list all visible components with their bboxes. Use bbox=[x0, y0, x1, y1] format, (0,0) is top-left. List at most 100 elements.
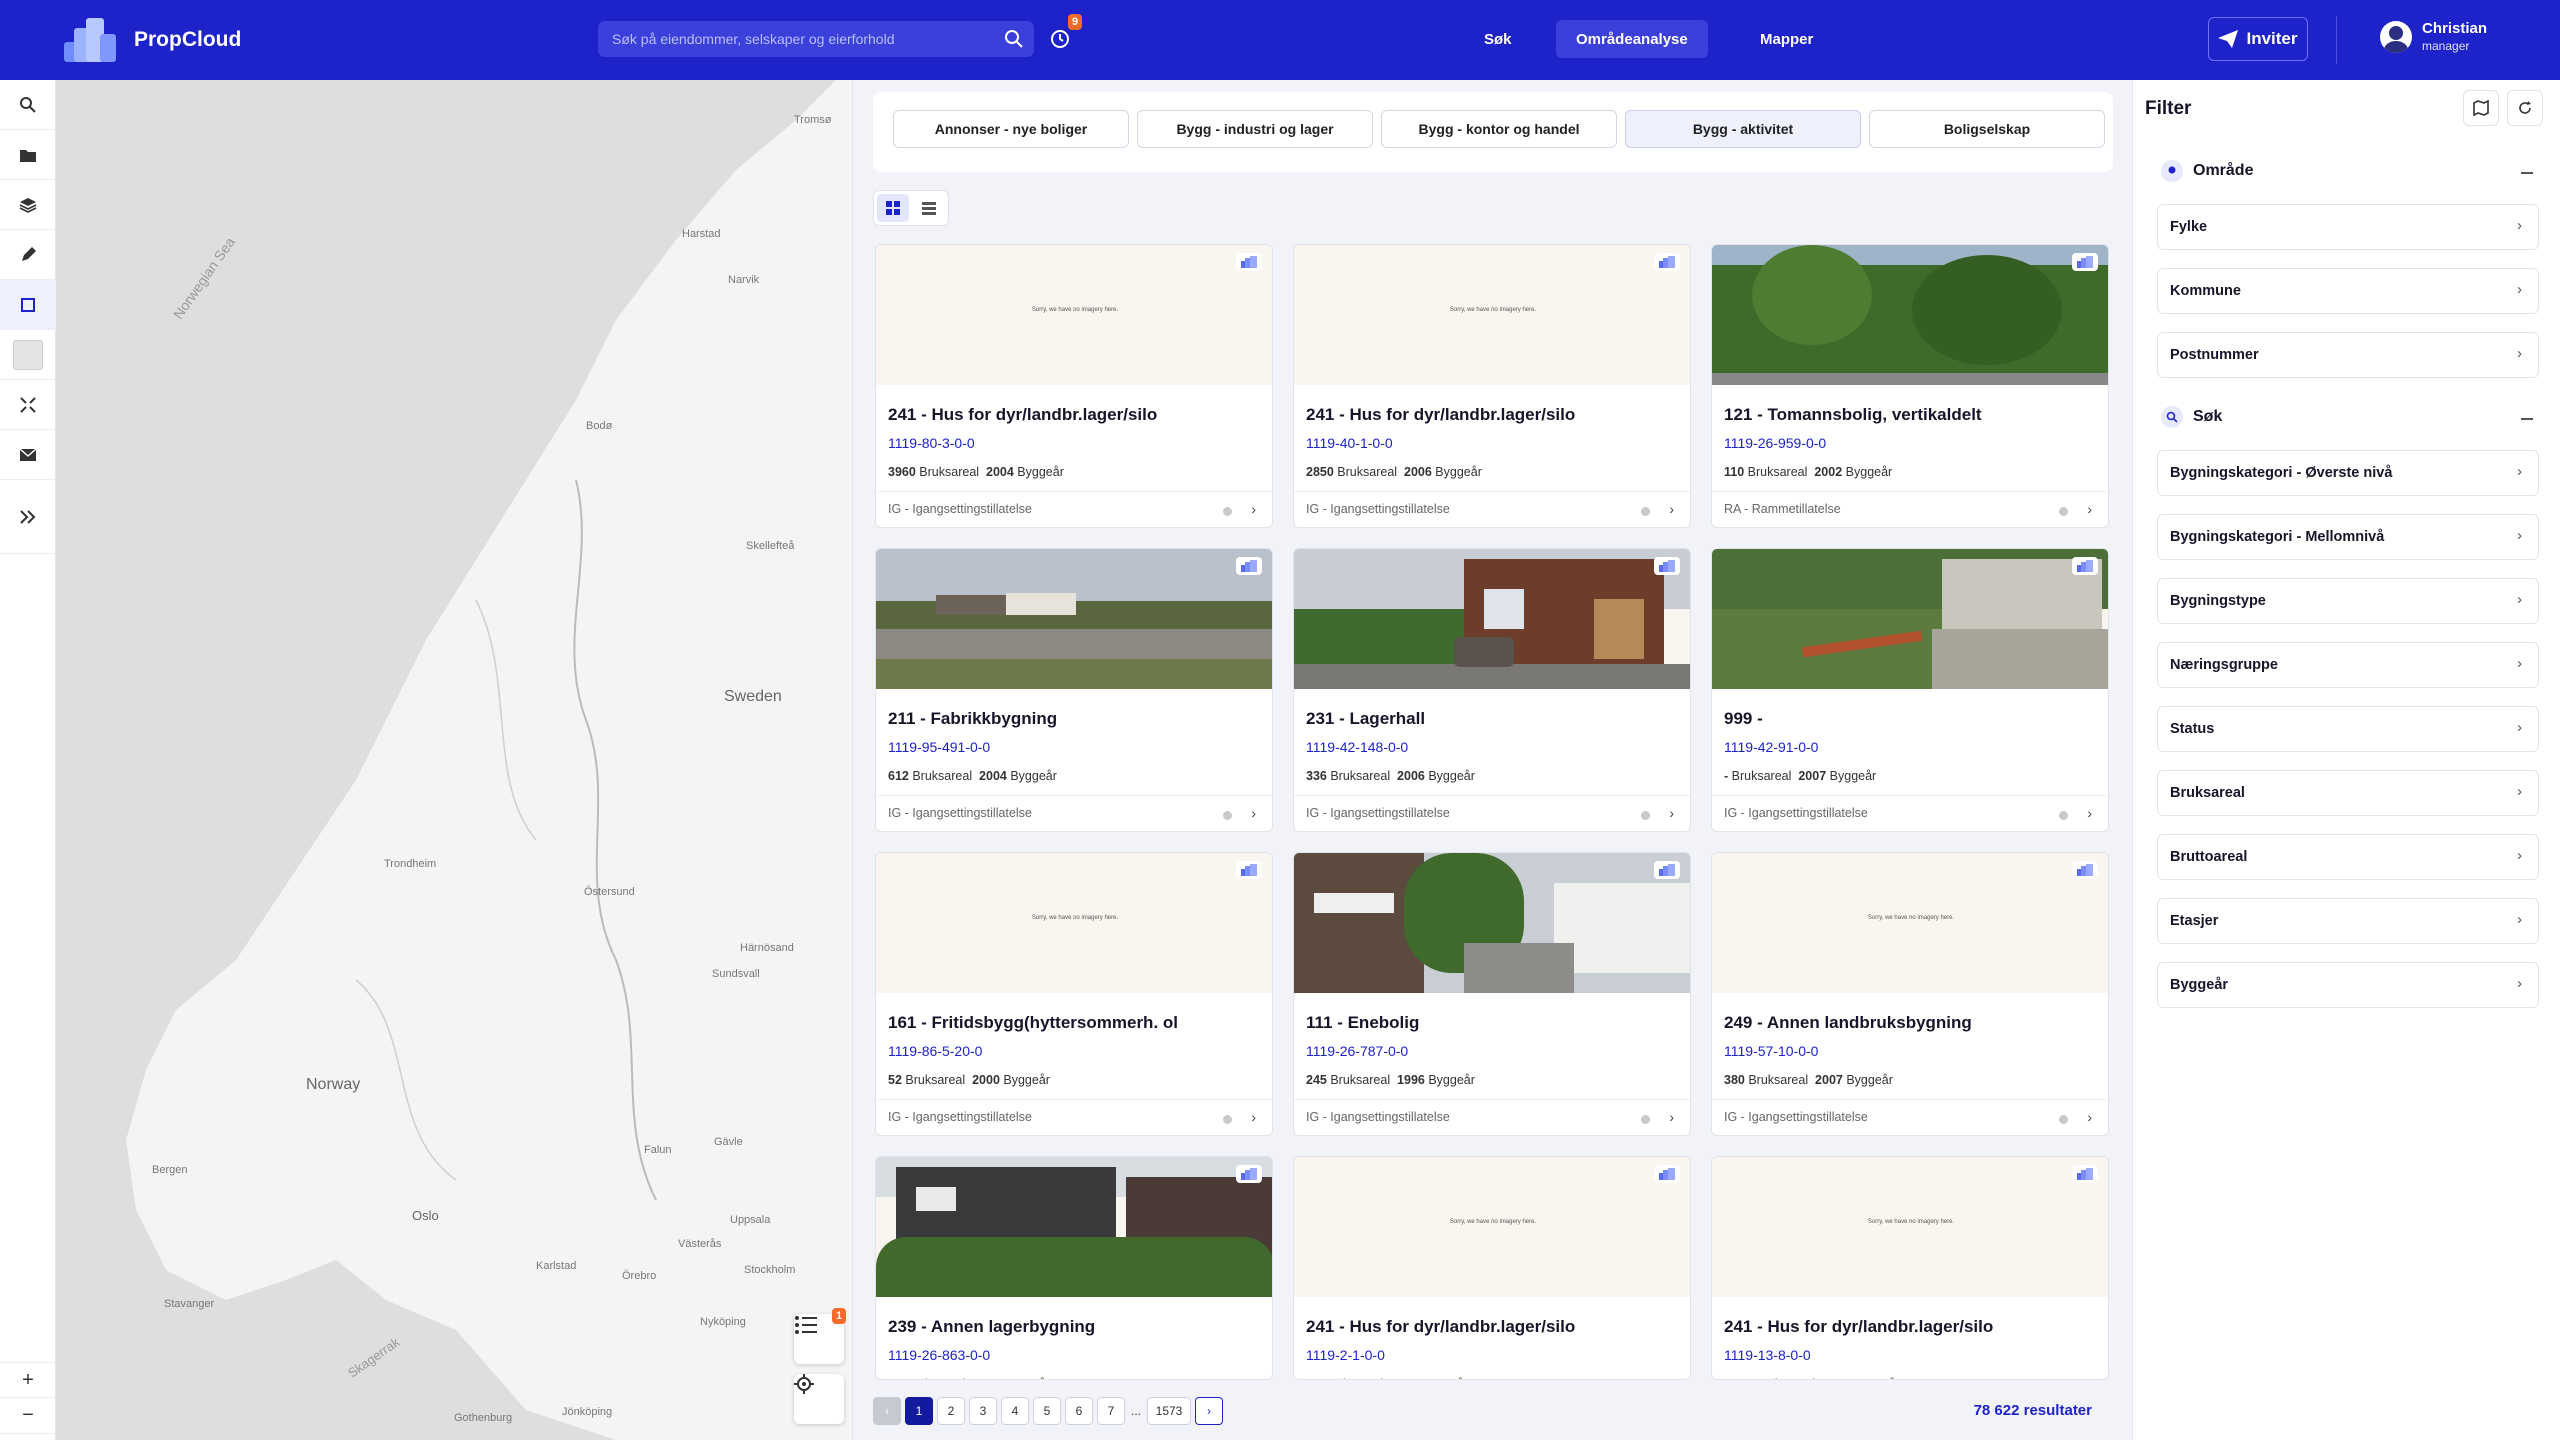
property-card[interactable]: Sorry, we have no imagery here. 241 - Hus… bbox=[1293, 1156, 1691, 1380]
property-card[interactable]: Sorry, we have no imagery here. 241 - Hus… bbox=[875, 244, 1273, 528]
filter-item[interactable]: Postnummer › bbox=[2157, 332, 2539, 378]
map-legend-button[interactable]: 1 bbox=[794, 1308, 847, 1364]
property-card[interactable]: 999 - 1119-42-91-0-0 - Bruksareal 2007 Byg… bbox=[1711, 548, 2109, 832]
prev-page-button[interactable]: ‹ bbox=[873, 1397, 901, 1425]
chevron-right-icon[interactable]: › bbox=[1669, 501, 1674, 517]
filter-item[interactable]: Næringsgruppe › bbox=[2157, 642, 2539, 688]
global-search-input[interactable]: Søk på eiendommer, selskaper og eierforh… bbox=[598, 21, 1034, 57]
rail-mail[interactable] bbox=[0, 430, 56, 480]
tab-industri-lager[interactable]: Bygg - industri og lager bbox=[1137, 110, 1373, 148]
tab-kontor-handel[interactable]: Bygg - kontor og handel bbox=[1381, 110, 1617, 148]
filter-section-header[interactable]: Område bbox=[2161, 160, 2253, 182]
invite-button[interactable]: Inviter bbox=[2208, 17, 2308, 61]
chevron-right-icon[interactable]: › bbox=[1251, 805, 1256, 821]
property-card[interactable]: Sorry, we have no imagery here. 161 - Fri… bbox=[875, 852, 1273, 1136]
history-button[interactable]: 9 bbox=[1044, 14, 1083, 57]
page-button[interactable]: 6 bbox=[1065, 1397, 1093, 1425]
user-role: manager bbox=[2422, 39, 2470, 53]
property-id-link[interactable]: 1119-57-10-0-0 bbox=[1724, 1043, 1818, 1059]
filter-item[interactable]: Bruttoareal › bbox=[2157, 834, 2539, 880]
property-card[interactable]: Sorry, we have no imagery here. 241 - Hus… bbox=[1293, 244, 1691, 528]
card-divider bbox=[876, 795, 1272, 796]
filter-item[interactable]: Bygningstype › bbox=[2157, 578, 2539, 624]
chevron-right-icon[interactable]: › bbox=[2087, 501, 2092, 517]
rail-area-select[interactable] bbox=[0, 280, 56, 330]
rail-layers[interactable] bbox=[0, 180, 56, 230]
chevron-right-icon: › bbox=[2517, 281, 2522, 298]
collapse-icon[interactable] bbox=[2521, 418, 2533, 420]
filter-item[interactable]: Kommune › bbox=[2157, 268, 2539, 314]
list-view-button[interactable] bbox=[913, 194, 945, 222]
page-button[interactable]: 1573 bbox=[1147, 1397, 1191, 1425]
status-dot-icon bbox=[1641, 811, 1650, 820]
filter-item[interactable]: Bygningskategori - Øverste nivå › bbox=[2157, 450, 2539, 496]
property-card[interactable]: 231 - Lagerhall 1119-42-148-0-0 336 Bruksa… bbox=[1293, 548, 1691, 832]
search-icon[interactable] bbox=[1004, 29, 1024, 49]
zoom-out-button[interactable]: − bbox=[0, 1398, 56, 1434]
chevron-right-icon[interactable]: › bbox=[1669, 805, 1674, 821]
building-type-icon bbox=[2072, 253, 2098, 271]
collapse-icon[interactable] bbox=[2521, 172, 2533, 174]
property-id-link[interactable]: 1119-40-1-0-0 bbox=[1306, 435, 1393, 451]
tab-aktivitet[interactable]: Bygg - aktivitet bbox=[1625, 110, 1861, 148]
next-page-button[interactable]: › bbox=[1195, 1397, 1223, 1425]
property-id-link[interactable]: 1119-95-491-0-0 bbox=[888, 739, 990, 755]
nav-omradeanalyse[interactable]: Områdeanalyse bbox=[1556, 20, 1708, 58]
property-id-link[interactable]: 1119-42-148-0-0 bbox=[1306, 739, 1408, 755]
nav-mapper[interactable]: Mapper bbox=[1740, 20, 1833, 58]
chevron-right-icon[interactable]: › bbox=[1251, 1109, 1256, 1125]
property-image: Sorry, we have no imagery here. bbox=[876, 853, 1272, 993]
property-card[interactable]: 111 - Enebolig 1119-26-787-0-0 245 Bruksar… bbox=[1293, 852, 1691, 1136]
property-id-link[interactable]: 1119-13-8-0-0 bbox=[1724, 1347, 1811, 1363]
property-id-link[interactable]: 1119-26-787-0-0 bbox=[1306, 1043, 1408, 1059]
property-card[interactable]: Sorry, we have no imagery here. 249 - Ann… bbox=[1711, 852, 2109, 1136]
property-meta: 110 Bruksareal 2002 Byggeår bbox=[1724, 465, 1893, 479]
property-id-link[interactable]: 1119-2-1-0-0 bbox=[1306, 1347, 1385, 1363]
logo[interactable]: PropCloud bbox=[64, 18, 241, 62]
rail-basemap[interactable] bbox=[0, 330, 56, 380]
chevron-right-icon[interactable]: › bbox=[1251, 501, 1256, 517]
user-menu[interactable]: Christian manager bbox=[2380, 20, 2487, 54]
rail-search[interactable] bbox=[0, 80, 56, 130]
filter-item[interactable]: Bygningskategori - Mellomnivå › bbox=[2157, 514, 2539, 560]
property-id-link[interactable]: 1119-26-959-0-0 bbox=[1724, 435, 1826, 451]
property-card[interactable]: Sorry, we have no imagery here. 241 - Hus… bbox=[1711, 1156, 2109, 1380]
property-card[interactable]: 121 - Tomannsbolig, vertikaldelt 1119-26-… bbox=[1711, 244, 2109, 528]
map-toggle-button[interactable] bbox=[2463, 90, 2499, 126]
page-button[interactable]: 1 bbox=[905, 1397, 933, 1425]
page-button[interactable]: 2 bbox=[937, 1397, 965, 1425]
tab-annonser[interactable]: Annonser - nye boliger bbox=[893, 110, 1129, 148]
page-button[interactable]: 5 bbox=[1033, 1397, 1061, 1425]
page-button[interactable]: 3 bbox=[969, 1397, 997, 1425]
nav-sok[interactable]: Søk bbox=[1464, 20, 1532, 58]
locate-me-button[interactable] bbox=[794, 1374, 844, 1424]
property-card[interactable]: 211 - Fabrikkbygning 1119-95-491-0-0 612 B… bbox=[875, 548, 1273, 832]
rail-draw[interactable] bbox=[0, 230, 56, 280]
property-card[interactable]: 239 - Annen lagerbygning 1119-26-863-0-0 1… bbox=[875, 1156, 1273, 1380]
zoom-in-button[interactable]: + bbox=[0, 1362, 56, 1398]
chevron-right-icon[interactable]: › bbox=[2087, 805, 2092, 821]
property-meta: 1472 Bruksareal 2006 Byggeår bbox=[1724, 1377, 1900, 1379]
property-status: IG - Igangsettingstillatelse bbox=[1306, 1110, 1450, 1124]
grid-view-button[interactable] bbox=[877, 194, 909, 222]
property-id-link[interactable]: 1119-42-91-0-0 bbox=[1724, 739, 1818, 755]
filter-section-header[interactable]: Søk bbox=[2161, 406, 2222, 428]
filter-item[interactable]: Etasjer › bbox=[2157, 898, 2539, 944]
filter-item[interactable]: Byggeår › bbox=[2157, 962, 2539, 1008]
filter-item[interactable]: Bruksareal › bbox=[2157, 770, 2539, 816]
reset-filter-button[interactable] bbox=[2507, 90, 2543, 126]
chevron-right-icon[interactable]: › bbox=[1669, 1109, 1674, 1125]
property-id-link[interactable]: 1119-86-5-20-0 bbox=[888, 1043, 982, 1059]
page-button[interactable]: 7 bbox=[1097, 1397, 1125, 1425]
filter-item[interactable]: Fylke › bbox=[2157, 204, 2539, 250]
rail-folders[interactable] bbox=[0, 130, 56, 180]
page-button[interactable]: 4 bbox=[1001, 1397, 1029, 1425]
tab-boligselskap[interactable]: Boligselskap bbox=[1869, 110, 2105, 148]
property-id-link[interactable]: 1119-26-863-0-0 bbox=[888, 1347, 990, 1363]
filter-item[interactable]: Status › bbox=[2157, 706, 2539, 752]
chevron-right-icon[interactable]: › bbox=[2087, 1109, 2092, 1125]
property-id-link[interactable]: 1119-80-3-0-0 bbox=[888, 435, 975, 451]
rail-cluster[interactable] bbox=[0, 380, 56, 430]
map-view[interactable]: Norwegian Sea Sweden Norway Tromsø Harst… bbox=[56, 80, 852, 1440]
rail-expand[interactable] bbox=[0, 480, 56, 554]
